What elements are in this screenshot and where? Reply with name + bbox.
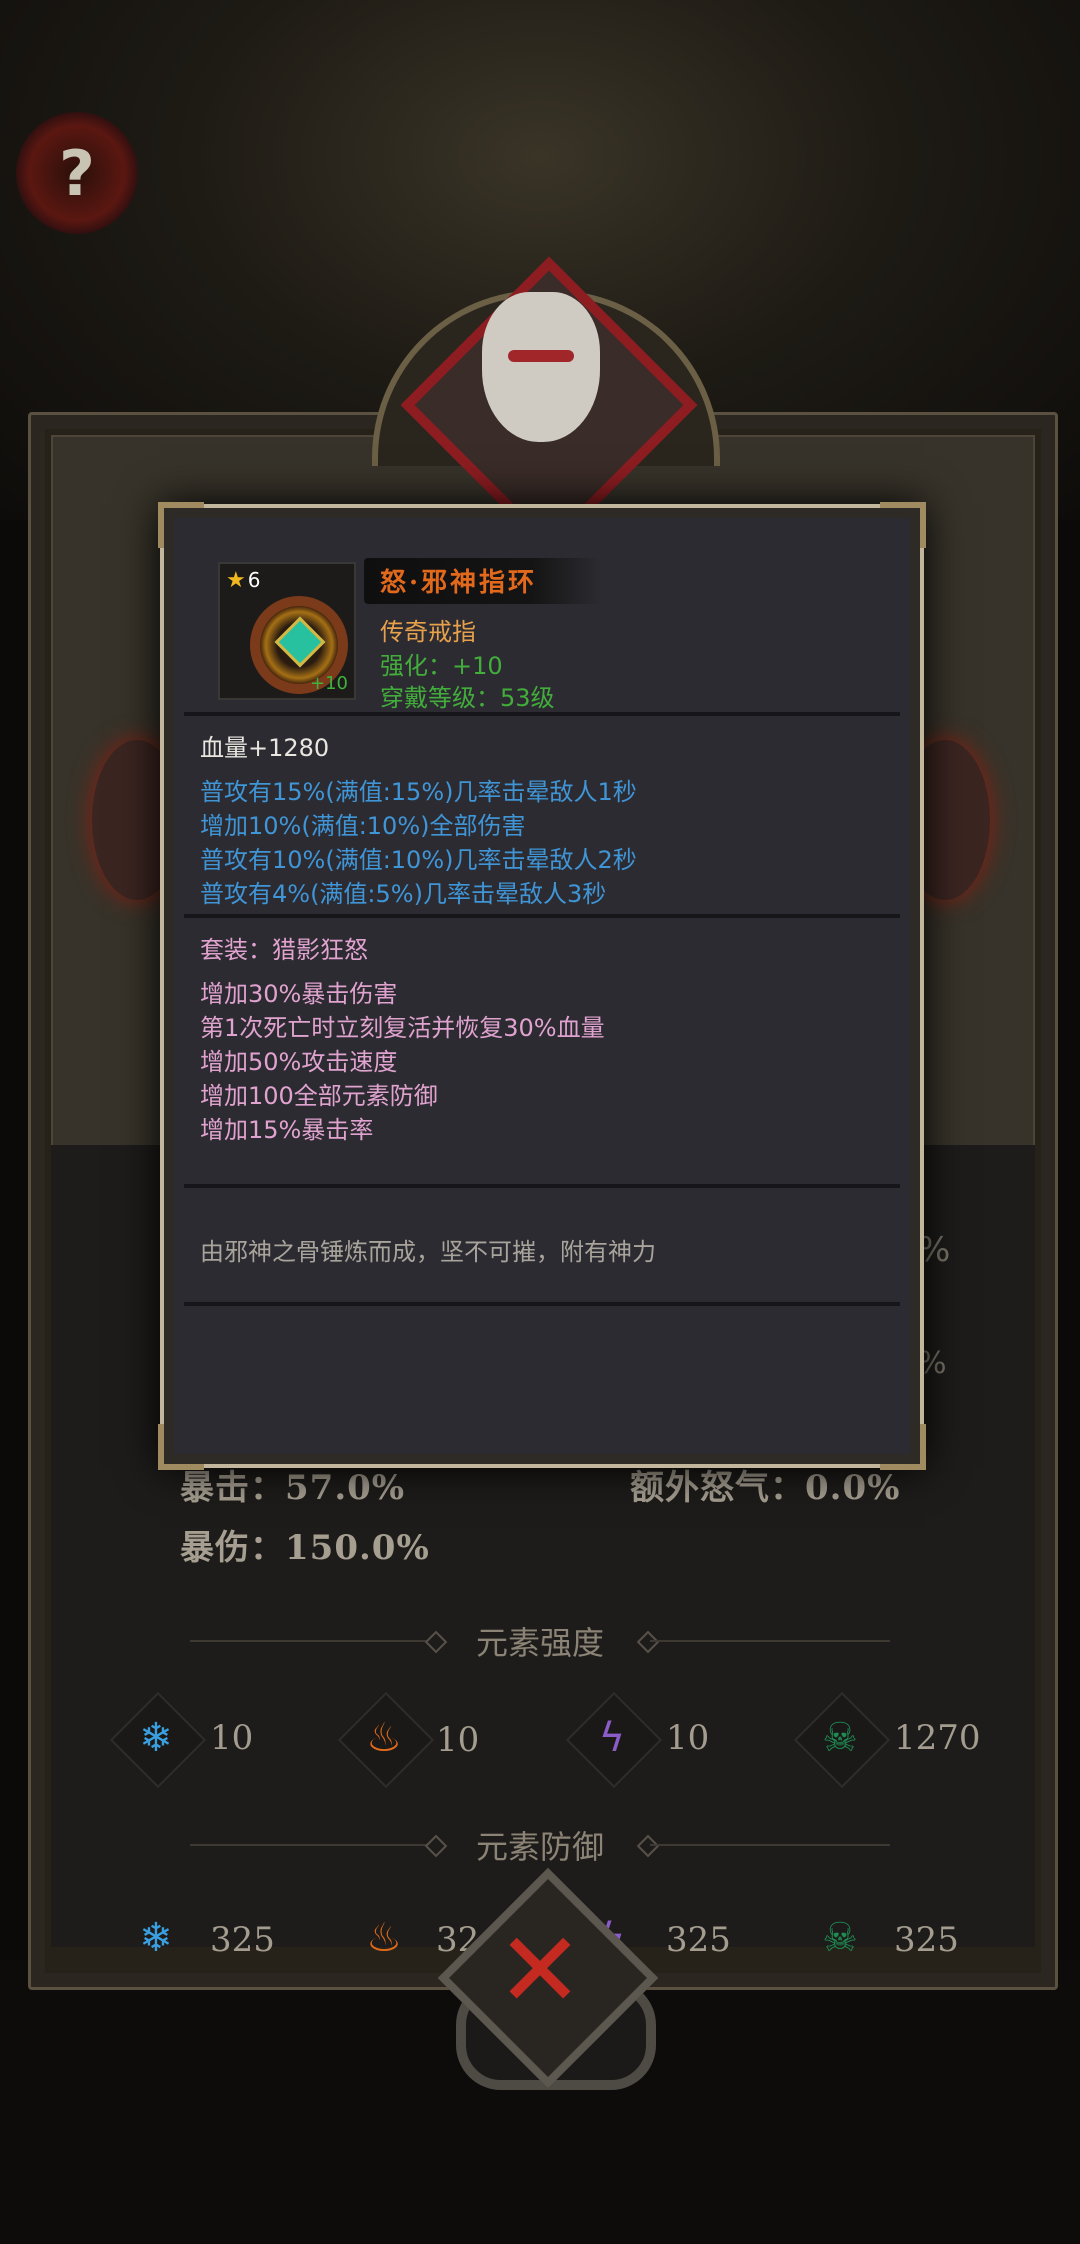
affix-line: 普攻有15%(满值:15%)几率击晕敌人1秒 [200,778,637,806]
fire-icon: ♨ [366,1915,402,1961]
poison-skull-icon: ☠ [822,1715,858,1761]
help-button[interactable]: ? [16,112,138,234]
element-defense-title: 元素防御 [475,1828,604,1866]
star-rating: ★ 6 [226,568,260,593]
set-effect: 增加30%暴击伤害 [200,980,398,1008]
item-plus-level: +10 [310,673,348,694]
flavor-text: 由邪神之骨锤炼而成，坚不可摧，附有神力 [200,1238,656,1266]
poison-skull-icon: ☠ [822,1915,858,1961]
star-count: 6 [247,568,261,592]
affix-line: 增加10%(满值:10%)全部伤害 [200,812,526,840]
flavor-section: 由邪神之骨锤炼而成，坚不可摧，附有神力 [184,1184,900,1306]
set-effect: 第1次死亡时立刻复活并恢复30%血量 [200,1014,605,1042]
crit-damage-stat: 暴伤：150.0% [180,1528,430,1568]
poison-strength-value: 1270 [894,1718,981,1758]
item-type: 传奇戒指 [380,618,476,646]
affix-line: 普攻有10%(满值:10%)几率击晕敌人2秒 [200,846,637,874]
affix-line: 普攻有4%(满值:5%)几率击晕敌人3秒 [200,880,607,908]
set-effect: 增加15%暴击率 [200,1116,374,1144]
element-strength-title: 元素强度 [475,1624,604,1662]
lightning-icon: ϟ [598,1715,626,1761]
ice-icon: ❄ [139,1715,173,1761]
item-icon-slot: ★ 6 +10 [218,562,356,700]
close-icon[interactable]: ✕ [470,1900,610,2040]
base-attribute: 血量+1280 [200,734,330,762]
ice-icon: ❄ [139,1915,173,1961]
set-title: 套装：猎影狂怒 [200,936,368,964]
poison-defense-value: 325 [894,1920,959,1960]
question-icon: ? [59,136,95,210]
empty-section [184,1302,900,1446]
fire-strength-value: 10 [436,1720,480,1760]
ice-defense-value: 325 [210,1920,275,1960]
lightning-strength-value: 10 [666,1718,710,1758]
item-wear-level: 穿戴等级：53级 [380,684,555,712]
tooltip-body: ★ 6 +10 怒·邪神指环 传奇戒指 强化：+10 穿戴等级：53级 血量+12… [174,518,910,1454]
set-effect: 增加50%攻击速度 [200,1048,398,1076]
divider [650,1844,890,1846]
set-bonus-section: 套装：猎影狂怒 增加30%暴击伤害 第1次死亡时立刻复活并恢复30%血量 增加5… [184,914,900,1188]
item-name: 怒·邪神指环 [380,568,538,598]
mask-emblem-icon [482,292,600,442]
lightning-defense-value: 325 [666,1920,731,1960]
attributes-section: 血量+1280 普攻有15%(满值:15%)几率击晕敌人1秒 增加10%(满值:… [184,712,900,918]
fire-icon: ♨ [366,1715,402,1761]
item-enhance: 强化：+10 [380,652,503,680]
divider [650,1640,890,1642]
ice-strength-value: 10 [210,1718,254,1758]
set-effect: 增加100全部元素防御 [200,1082,438,1110]
item-tooltip: ★ 6 +10 怒·邪神指环 传奇戒指 强化：+10 穿戴等级：53级 血量+12… [158,502,926,1470]
star-icon: ★ [226,568,246,593]
